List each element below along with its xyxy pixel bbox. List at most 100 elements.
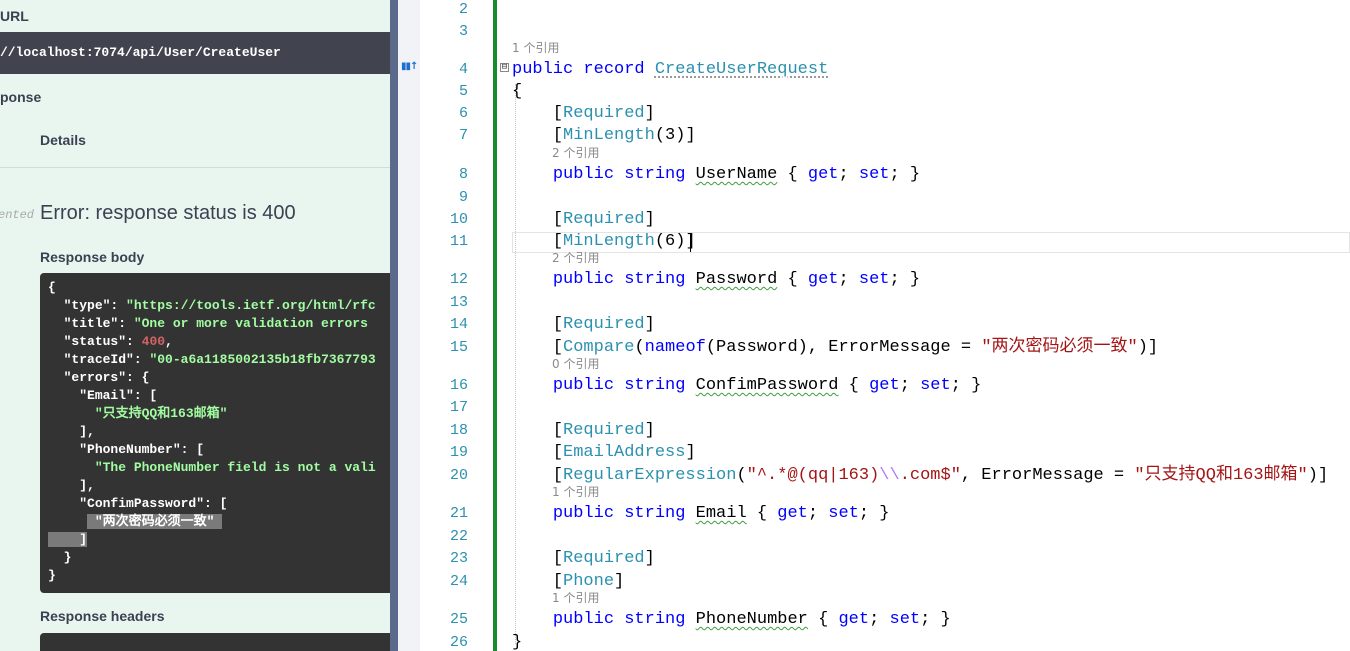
code-token: [ — [512, 126, 564, 145]
json-token: : — [126, 334, 142, 349]
json-token: : { — [126, 370, 150, 385]
code-line[interactable]: public string Email { get; set; } — [512, 504, 890, 524]
json-token: 400 — [141, 334, 166, 349]
line-number: 17 — [449, 399, 468, 416]
code-token: Required — [563, 549, 645, 568]
response-body-label: Response body — [40, 249, 145, 265]
code-token: \\ — [879, 466, 900, 485]
collapse-region-icon[interactable]: ⊟ — [500, 63, 509, 72]
code-token: , ErrorMessage = — [960, 466, 1135, 485]
code-line[interactable]: [EmailAddress] — [512, 443, 696, 463]
request-url-text[interactable]: //localhost:7074/api/User/CreateUser — [0, 45, 281, 60]
code-token: ] — [644, 210, 655, 229]
code-token: set — [920, 376, 951, 395]
json-line: "errors": { — [48, 369, 150, 387]
code-line[interactable]: [Compare(nameof(Password), ErrorMessage … — [512, 338, 1158, 358]
codelens-reference-count[interactable]: 1 个引用 — [512, 40, 559, 56]
code-token: Required — [563, 210, 645, 229]
code-token: (3)] — [654, 126, 696, 145]
json-token: "https://tools.ietf.org/html/rfc — [126, 298, 376, 313]
code-token: } — [512, 633, 523, 651]
code-token: [ — [512, 572, 564, 591]
json-token: "errors" — [63, 370, 127, 385]
code-line[interactable]: [MinLength(3)] — [512, 126, 696, 146]
code-token: ] — [644, 421, 655, 440]
line-number: 15 — [449, 339, 468, 356]
code-token: public — [552, 165, 615, 184]
json-token: "Email" — [79, 388, 134, 403]
codelens-reference-count[interactable]: 0 个引用 — [552, 356, 599, 372]
code-line[interactable]: public string PhoneNumber { get; set; } — [512, 610, 951, 630]
json-token: : [ — [204, 496, 228, 511]
response-headers-code[interactable] — [40, 633, 390, 651]
json-line: "title": "One or more validation errors — [48, 315, 368, 333]
json-line: "ConfimPassword": [ — [48, 495, 227, 513]
code-editor[interactable]: ⊟ 2341 个引用 public record CreateUserReques… — [420, 0, 1350, 651]
json-token: "ConfimPassword" — [79, 496, 205, 511]
code-token: ; — [838, 270, 859, 289]
code-line[interactable]: public string Password { get; set; } — [512, 270, 920, 290]
line-number: 20 — [449, 467, 468, 484]
code-line[interactable]: { — [512, 82, 522, 102]
line-number: 5 — [458, 83, 468, 100]
code-token: "只支持QQ和163邮箱" — [1134, 466, 1308, 485]
code-token: string — [624, 165, 686, 184]
code-token: RegularExpression — [563, 466, 737, 485]
server-response-label: ponse — [0, 89, 42, 105]
code-token: { — [777, 270, 808, 289]
codelens-indicator-icon[interactable]: ▮▮↑ — [401, 61, 418, 72]
code-token: ] — [644, 315, 655, 334]
json-token: : — [133, 352, 150, 367]
code-line[interactable]: [Required] — [512, 315, 655, 335]
json-line: "Email": [ — [48, 387, 157, 405]
json-line: "type": "https://tools.ietf.org/html/rfc — [48, 297, 376, 315]
code-token: "^.*@(qq|163) — [746, 466, 880, 485]
code-line[interactable]: [Required] — [512, 104, 655, 124]
code-token: [ — [512, 315, 564, 334]
code-token: string — [624, 610, 686, 629]
code-token: public — [552, 376, 615, 395]
code-token: Phone — [563, 572, 615, 591]
code-line[interactable]: } — [512, 633, 522, 651]
json-token: : — [118, 316, 134, 331]
json-token: ], — [48, 478, 95, 493]
codelens-reference-count[interactable]: 1 个引用 — [552, 590, 599, 606]
code-token: PhoneNumber — [695, 610, 808, 629]
json-line: } — [48, 567, 56, 585]
codelens-reference-count[interactable]: 1 个引用 — [552, 484, 599, 500]
code-line[interactable]: [Required] — [512, 549, 655, 569]
window-splitter[interactable] — [390, 0, 398, 651]
codelens-reference-count[interactable]: 2 个引用 — [552, 250, 599, 266]
code-token: ] — [614, 572, 625, 591]
code-line[interactable]: [Required] — [512, 210, 655, 230]
json-line: ] — [48, 531, 88, 549]
code-line[interactable]: [RegularExpression("^.*@(qq|163)\\.com$"… — [512, 466, 1328, 486]
line-number: 21 — [449, 505, 468, 522]
response-body-code[interactable]: { "type": "https://tools.ietf.org/html/r… — [40, 273, 390, 593]
codelens-reference-count[interactable]: 2 个引用 — [552, 145, 599, 161]
code-token: string — [624, 376, 686, 395]
code-line[interactable]: [MinLength(6)] — [512, 232, 696, 252]
code-line[interactable]: public record CreateUserRequest — [512, 60, 828, 80]
json-line: ], — [48, 423, 95, 441]
code-line[interactable]: [Phone] — [512, 572, 624, 592]
code-token: Required — [563, 315, 645, 334]
code-line[interactable]: public string UserName { get; set; } — [512, 165, 920, 185]
code-line[interactable]: [Required] — [512, 421, 655, 441]
code-token: ; — [899, 376, 921, 395]
code-token: .com$" — [899, 466, 961, 485]
code-token: nameof — [644, 338, 706, 357]
code-token: )] — [1307, 466, 1329, 485]
code-line[interactable]: public string ConfimPassword { get; set;… — [512, 376, 982, 396]
code-token: record — [583, 60, 645, 79]
